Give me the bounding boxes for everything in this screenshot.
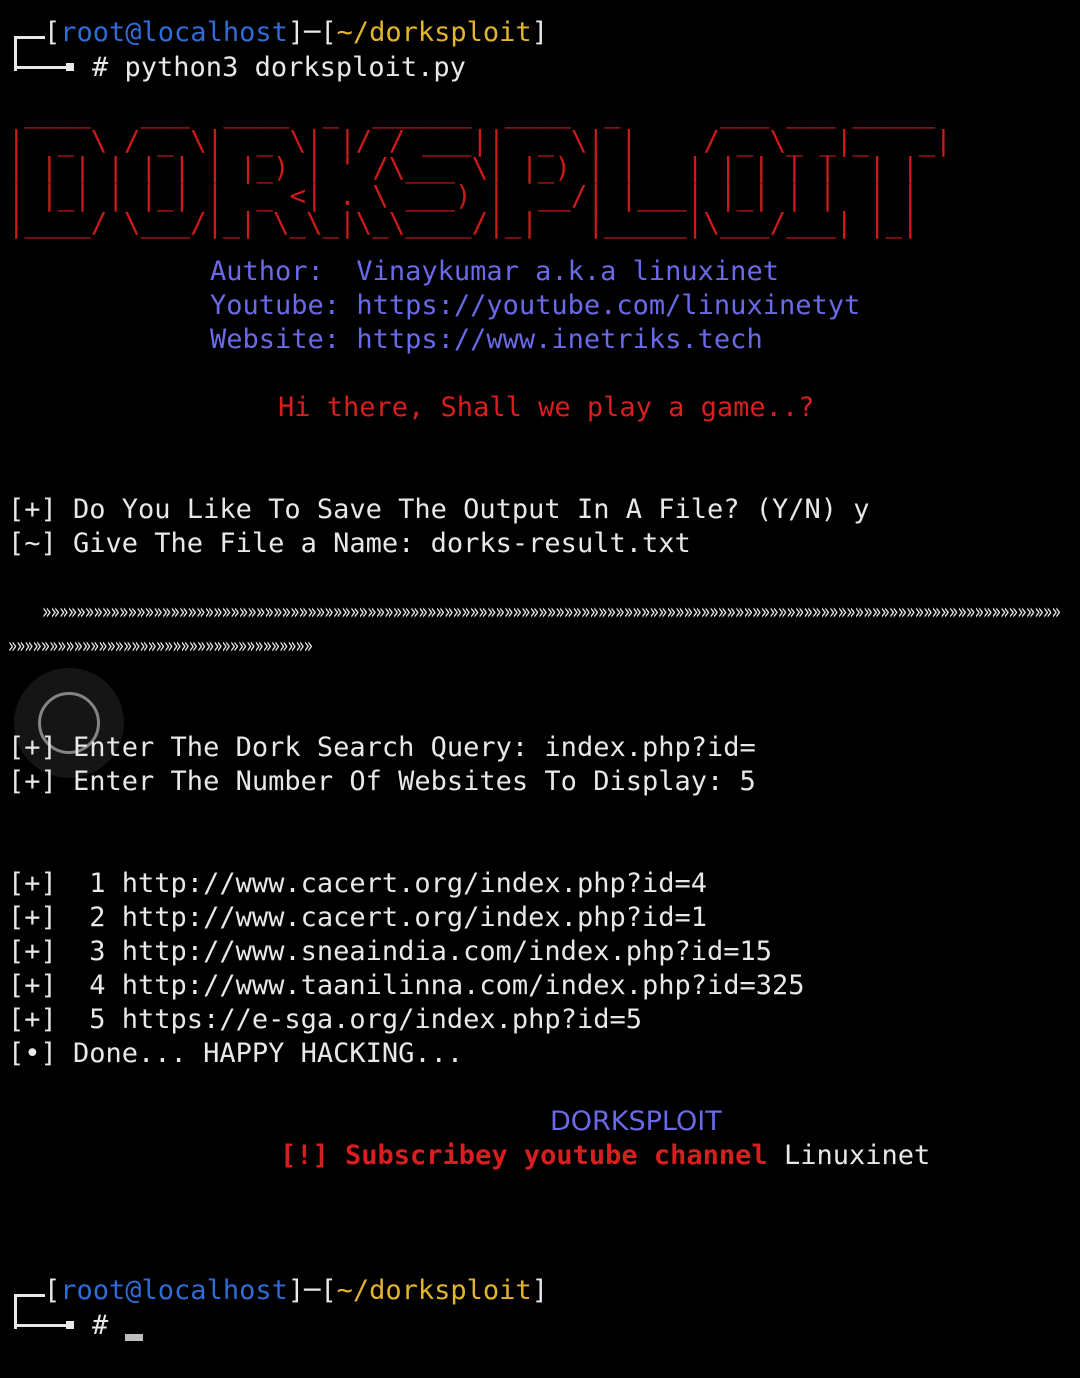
separator-line-2: »»»»»»»»»»»»»»»»»»»»»»»»»»»»»»»»»»»»» [8,634,313,659]
website-line: Website: https://www.inetriks.tech [210,324,763,355]
count-line: [+] Enter The Number Of Websites To Disp… [8,766,756,797]
subscribe-prefix: [!] Subscribey youtube channel [280,1140,768,1171]
separator-line-1: »»»»»»»»»»»»»»»»»»»»»»»»»»»»»»»»»»»»»»»»… [42,600,1061,625]
result-line: [+] 4 http://www.taanilinna.com/index.ph… [8,970,805,1001]
terminal-cursor [125,1334,143,1341]
dorksploit-banner: ____ ___ ____ _ ______ ____ _ ___ ___ __… [8,97,952,239]
file-name-line: [~] Give The File a Name: dorks-result.t… [8,528,691,559]
tagline: Hi there, Shall we play a game..? [278,392,815,423]
youtube-line: Youtube: https://youtube.com/linuxinetyt [210,290,861,321]
result-line: [+] 3 http://www.sneaindia.com/index.php… [8,936,773,967]
prompt-corner-line [14,66,66,69]
prompt-path: ~/dorksploit [336,17,532,48]
prompt-line-2: [root@localhost]─[~/dorksploit] [44,1275,548,1306]
result-line: [+] 2 http://www.cacert.org/index.php?id… [8,902,707,933]
subscribe-line: [!] Subscribey youtube channel Linuxinet [280,1139,930,1173]
command-line: # python3 dorksploit.py [92,51,466,85]
command-input-line[interactable]: # [92,1309,108,1343]
result-line: [+] 1 http://www.cacert.org/index.php?id… [8,868,707,899]
prompt-hash-2: # [92,1310,109,1341]
prompt-corner-line-2 [14,1324,66,1327]
subscribe-name: Linuxinet [783,1140,931,1171]
prompt-user: root@localhost [60,17,288,48]
result-line: [+] 5 https://e-sga.org/index.php?id=5 [8,1004,642,1035]
prompt-hash: # [92,52,109,83]
query-line: [+] Enter The Dork Search Query: index.p… [8,732,756,763]
done-line: [•] Done... HAPPY HACKING... [8,1038,464,1069]
prompt-arrow-icon [66,63,74,71]
command-text: python3 dorksploit.py [124,52,466,83]
prompt-line-1: [root@localhost]─[~/dorksploit] [44,17,548,48]
prompt-arrow-icon-2 [66,1321,74,1329]
save-question-line: [+] Do You Like To Save The Output In A … [8,494,870,525]
footer-title: DORKSPLOIT [550,1106,722,1137]
author-line: Author: Vinaykumar a.k.a linuxinet [210,256,779,287]
